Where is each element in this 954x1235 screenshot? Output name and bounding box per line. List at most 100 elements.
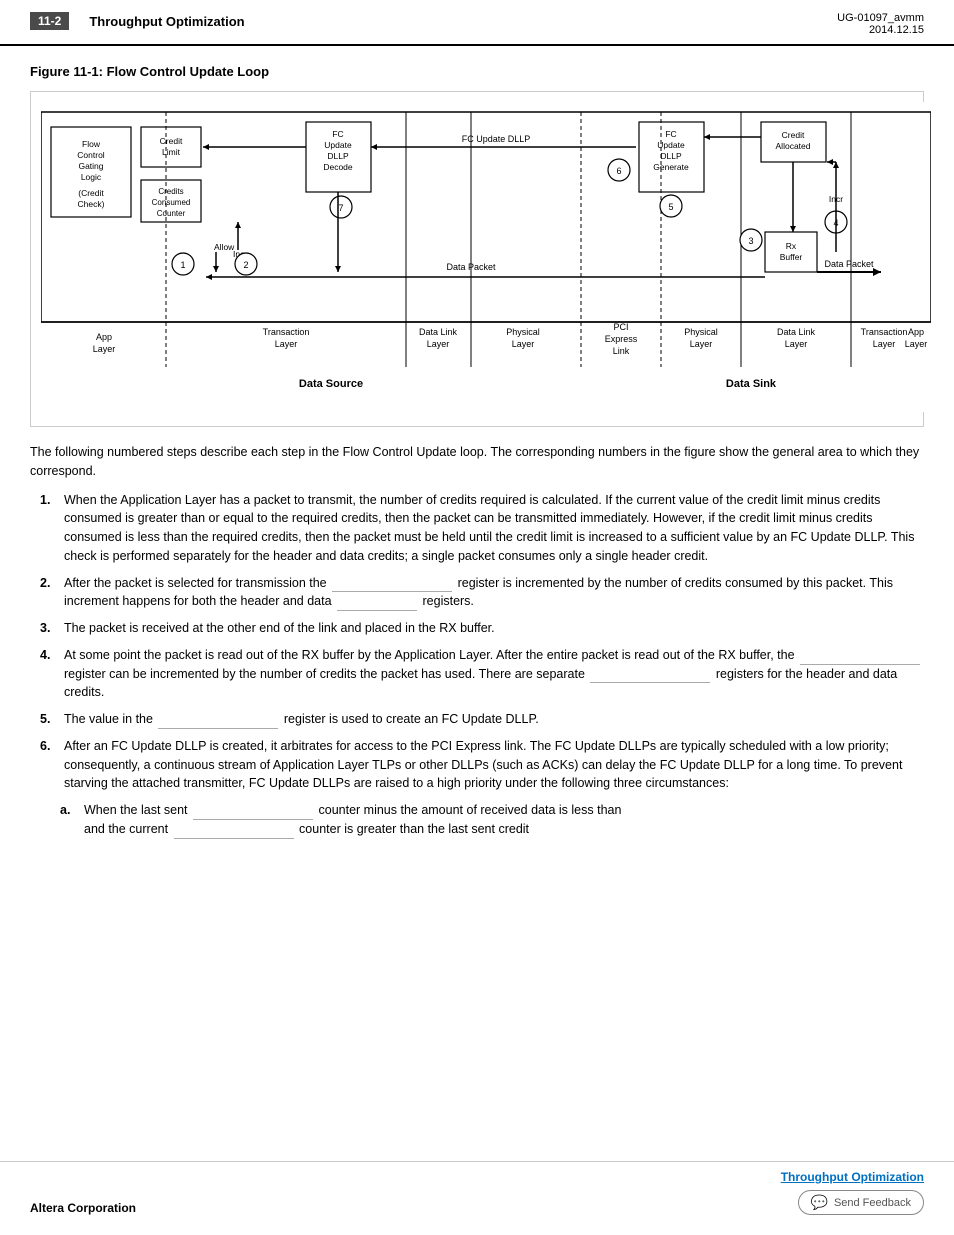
blank-credits-consumed-1	[332, 591, 452, 592]
sub-step-a-text: When the last sent counter minus the amo…	[84, 801, 924, 839]
svg-text:Layer: Layer	[905, 339, 928, 349]
step-2-text: After the packet is selected for transmi…	[64, 574, 924, 612]
step-6-text: After an FC Update DLLP is created, it a…	[64, 737, 924, 793]
svg-text:Credit: Credit	[160, 136, 183, 146]
svg-text:Consumed: Consumed	[152, 198, 191, 207]
svg-text:Update: Update	[657, 140, 685, 150]
send-feedback-button[interactable]: 💬 Send Feedback	[798, 1190, 925, 1215]
svg-text:Data Link: Data Link	[419, 327, 458, 337]
page-number: 11-2	[30, 12, 69, 30]
svg-text:Layer: Layer	[512, 339, 535, 349]
step-number-2: 2.	[40, 574, 58, 612]
feedback-label: Send Feedback	[834, 1197, 911, 1209]
svg-text:Layer: Layer	[93, 344, 116, 354]
svg-text:Transaction: Transaction	[861, 327, 908, 337]
svg-text:Data Source: Data Source	[299, 378, 363, 390]
svg-text:Update: Update	[324, 140, 352, 150]
footer-right: Throughput Optimization 💬 Send Feedback	[781, 1170, 924, 1215]
header-left: 11-2 Throughput Optimization	[30, 12, 245, 30]
step-1-text: When the Application Layer has a packet …	[64, 491, 924, 566]
svg-text:Layer: Layer	[275, 339, 298, 349]
header-right: UG-01097_avmm 2014.12.15	[837, 12, 924, 36]
intro-paragraph: The following numbered steps describe ea…	[30, 443, 924, 481]
figure-title: Figure 11-1: Flow Control Update Loop	[30, 64, 924, 79]
svg-text:Control: Control	[77, 150, 105, 160]
list-item-1: 1. When the Application Layer has a pack…	[40, 491, 924, 566]
svg-text:Rx: Rx	[786, 241, 797, 251]
step-5-text: The value in the register is used to cre…	[64, 710, 924, 729]
svg-text:Generate: Generate	[653, 162, 689, 172]
diagram-svg: Flow Control Gating Logic (Credit Check)…	[41, 102, 931, 412]
svg-text:2: 2	[243, 260, 248, 270]
step-4-text: At some point the packet is read out of …	[64, 646, 924, 702]
svg-text:PCI: PCI	[613, 322, 628, 332]
doc-date: 2014.12.15	[869, 24, 924, 36]
svg-text:(Credit: (Credit	[78, 188, 104, 198]
svg-text:Credit: Credit	[782, 130, 805, 140]
svg-text:Layer: Layer	[427, 339, 450, 349]
company-name: Altera Corporation	[30, 1201, 136, 1215]
svg-text:1: 1	[180, 260, 185, 270]
blank-sub-a-1	[193, 819, 313, 820]
svg-text:FC: FC	[665, 129, 676, 139]
list-item-6: 6. After an FC Update DLLP is created, i…	[40, 737, 924, 793]
svg-text:Transaction: Transaction	[263, 327, 310, 337]
blank-credit-allocated-2	[590, 682, 710, 683]
doc-id: UG-01097_avmm	[837, 12, 924, 24]
step-number-1: 1.	[40, 491, 58, 566]
blank-credit-allocated-3	[158, 728, 278, 729]
diagram-container: Flow Control Gating Logic (Credit Check)…	[30, 91, 924, 427]
list-item-5: 5. The value in the register is used to …	[40, 710, 924, 729]
step-number-4: 4.	[40, 646, 58, 702]
chapter-title: Throughput Optimization	[89, 14, 244, 29]
svg-text:Limit: Limit	[162, 147, 181, 157]
svg-text:FC: FC	[332, 129, 343, 139]
svg-text:Credits: Credits	[158, 187, 183, 196]
svg-text:5: 5	[668, 202, 673, 212]
body-text: The following numbered steps describe ea…	[30, 443, 924, 839]
svg-text:Physical: Physical	[506, 327, 540, 337]
svg-text:Data Link: Data Link	[777, 327, 816, 337]
list-item-3: 3. The packet is received at the other e…	[40, 619, 924, 638]
svg-text:Physical: Physical	[684, 327, 718, 337]
svg-text:Data Packet: Data Packet	[446, 262, 496, 272]
page-footer: Altera Corporation Throughput Optimizati…	[0, 1161, 954, 1215]
step-3-text: The packet is received at the other end …	[64, 619, 924, 638]
svg-text:Layer: Layer	[785, 339, 808, 349]
svg-text:App: App	[96, 332, 112, 342]
blank-credits-consumed-2	[337, 610, 417, 611]
svg-text:Gating: Gating	[78, 161, 103, 171]
page-header: 11-2 Throughput Optimization UG-01097_av…	[0, 0, 954, 46]
svg-text:Check): Check)	[78, 199, 105, 209]
blank-sub-a-2	[174, 838, 294, 839]
svg-text:Buffer: Buffer	[780, 252, 803, 262]
step-number-3: 3.	[40, 619, 58, 638]
svg-text:3: 3	[748, 236, 753, 246]
svg-text:7: 7	[338, 203, 343, 213]
blank-credit-allocated-1	[800, 664, 920, 665]
svg-text:Allocated: Allocated	[776, 141, 811, 151]
svg-text:Flow: Flow	[82, 139, 101, 149]
svg-text:Link: Link	[613, 346, 630, 356]
svg-text:Counter: Counter	[157, 209, 186, 218]
svg-text:FC Update DLLP: FC Update DLLP	[462, 134, 531, 144]
footer-chapter-link[interactable]: Throughput Optimization	[781, 1170, 924, 1184]
feedback-icon: 💬	[811, 1194, 828, 1211]
svg-text:Data Sink: Data Sink	[726, 378, 777, 390]
svg-text:Decode: Decode	[323, 162, 353, 172]
page: 11-2 Throughput Optimization UG-01097_av…	[0, 0, 954, 1235]
svg-text:App: App	[908, 327, 924, 337]
sub-step-label-a: a.	[60, 801, 78, 839]
svg-text:Allow: Allow	[214, 242, 235, 252]
svg-text:Data Packet: Data Packet	[824, 259, 874, 269]
svg-text:DLLP: DLLP	[327, 151, 349, 161]
sub-list-item-a: a. When the last sent counter minus the …	[60, 801, 924, 839]
list-item-4: 4. At some point the packet is read out …	[40, 646, 924, 702]
svg-text:Logic: Logic	[81, 172, 102, 182]
svg-text:Layer: Layer	[873, 339, 896, 349]
svg-text:6: 6	[616, 166, 621, 176]
step-number-6: 6.	[40, 737, 58, 793]
svg-text:Layer: Layer	[690, 339, 713, 349]
step-number-5: 5.	[40, 710, 58, 729]
svg-text:Express: Express	[605, 334, 638, 344]
